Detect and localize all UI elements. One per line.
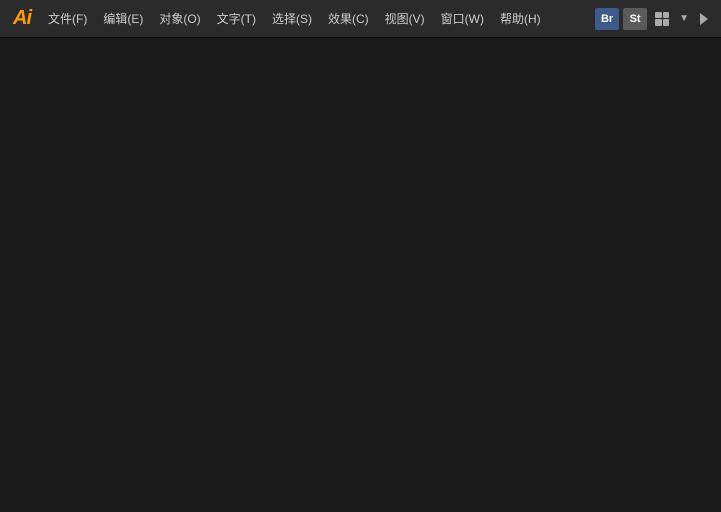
menu-effect[interactable]: 效果(C) <box>320 0 377 37</box>
menu-select[interactable]: 选择(S) <box>264 0 320 37</box>
stock-label: St <box>630 13 641 25</box>
menu-object[interactable]: 对象(O) <box>151 0 208 37</box>
right-controls: Br St ▼ <box>595 8 717 30</box>
main-content <box>0 38 721 512</box>
grid-cell-4 <box>663 19 670 26</box>
bridge-button[interactable]: Br <box>595 8 619 30</box>
menu-items-container: 文件(F) 编辑(E) 对象(O) 文字(T) 选择(S) 效果(C) 视图(V… <box>40 0 595 37</box>
bridge-label: Br <box>601 13 613 25</box>
stock-button[interactable]: St <box>623 8 647 30</box>
ai-logo-text: Ai <box>13 7 31 30</box>
forward-arrow-icon <box>696 11 712 27</box>
menu-bar: Ai 文件(F) 编辑(E) 对象(O) 文字(T) 选择(S) 效果(C) 视… <box>0 0 721 38</box>
menu-text[interactable]: 文字(T) <box>209 0 264 37</box>
grid-cell-1 <box>655 12 662 19</box>
grid-icon <box>655 12 669 26</box>
grid-cell-3 <box>655 19 662 26</box>
layout-dropdown-button[interactable]: ▼ <box>677 13 691 24</box>
navigate-forward-button[interactable] <box>695 10 713 28</box>
menu-edit[interactable]: 编辑(E) <box>95 0 151 37</box>
ai-logo: Ai <box>4 1 40 37</box>
grid-cell-2 <box>663 12 670 19</box>
menu-file[interactable]: 文件(F) <box>40 0 95 37</box>
layout-grid-button[interactable] <box>651 8 673 30</box>
menu-view[interactable]: 视图(V) <box>377 0 433 37</box>
menu-help[interactable]: 帮助(H) <box>492 0 549 37</box>
menu-window[interactable]: 窗口(W) <box>433 0 492 37</box>
